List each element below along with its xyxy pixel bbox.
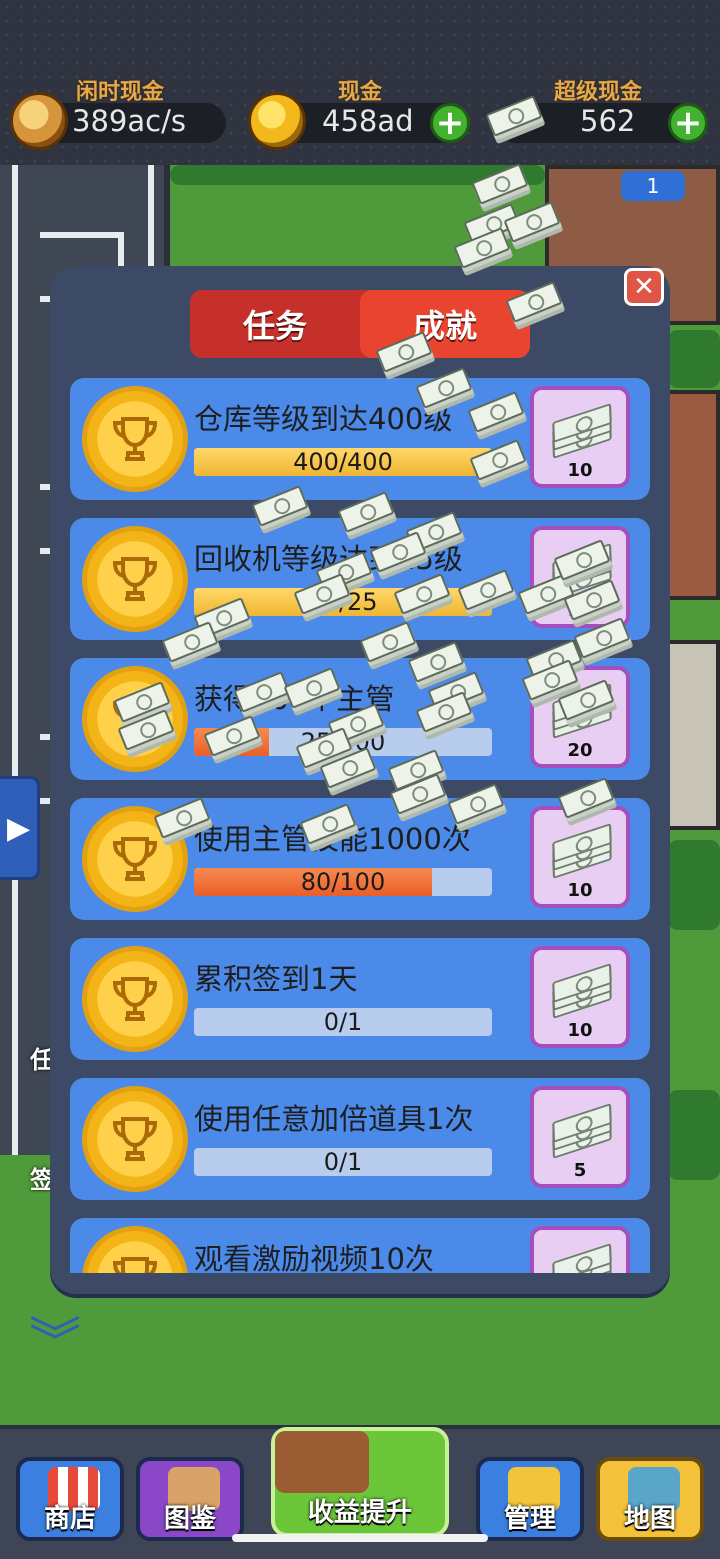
reward-count: 5 (573, 1160, 587, 1181)
progress-text: 0/1 (323, 1008, 363, 1036)
achievement-row: 获得100个主管 25/100 20 (70, 658, 650, 780)
nav-shop-label: 商店 (43, 1504, 96, 1534)
chevron-right-icon: ▶ (6, 810, 31, 846)
reward-claim-button[interactable]: 10 (530, 386, 630, 488)
progress-bar: 0/1 (194, 1148, 492, 1176)
progress-bar: 25/100 (194, 728, 492, 756)
chevron-down-icon[interactable]: ︾ (20, 1317, 90, 1369)
nav-map-button[interactable]: 地图 (596, 1457, 704, 1541)
hedge (668, 840, 720, 930)
super-cash-value: 562 (580, 104, 636, 138)
trophy-badge-icon (82, 806, 188, 912)
hedge (668, 330, 720, 388)
treasure-chest-icon (275, 1431, 369, 1493)
achievement-title: 仓库等级到达400级 (194, 402, 453, 436)
progress-text: 400/400 (293, 448, 393, 476)
achievement-row: 累积签到1天 0/1 10 (70, 938, 650, 1060)
nav-income-boost-label: 收益提升 (307, 1498, 412, 1528)
tab-tasks[interactable]: 任务 (190, 290, 360, 358)
achievement-row: 观看激励视频10次 (70, 1218, 650, 1273)
achievement-row: 仓库等级到达400级 400/400 10 (70, 378, 650, 500)
nav-collection-button[interactable]: 图鉴 (136, 1457, 244, 1541)
progress-bar: 80/100 (194, 868, 492, 896)
cash-value: 458ad (322, 104, 414, 138)
reward-count: 10 (567, 1020, 593, 1041)
reward-claim-button[interactable]: 10 (530, 946, 630, 1048)
progress-text: 25/25 (308, 588, 378, 616)
reward-count: 10 (567, 600, 593, 621)
panel-tabs: 任务 成就 (190, 290, 530, 358)
reward-count: 10 (567, 880, 593, 901)
nav-manage-label: 管理 (503, 1504, 556, 1534)
gold-coin-icon (248, 92, 306, 150)
tab-achievements[interactable]: 成就 (360, 290, 530, 358)
achievement-title: 累积签到1天 (194, 962, 358, 996)
achievement-title: 使用任意加倍道具1次 (194, 1102, 474, 1136)
trophy-badge-icon (82, 946, 188, 1052)
idle-cash-label: 闲时现金 (76, 80, 165, 105)
trophy-badge-icon (82, 666, 188, 772)
road-line (12, 165, 18, 1155)
progress-bar: 400/400 (194, 448, 492, 476)
achievement-title: 使用主管技能1000次 (194, 822, 471, 856)
cash-label: 现金 (338, 80, 383, 105)
building-level-badge: 1 (621, 171, 685, 201)
reward-claim-button[interactable]: 10 (530, 806, 630, 908)
close-icon[interactable]: ✕ (624, 268, 664, 306)
hedge (170, 165, 545, 185)
reward-count: 10 (567, 460, 593, 481)
idle-coin-icon (10, 92, 68, 150)
achievement-title: 回收机等级达到25级 (194, 542, 463, 576)
achievement-row: 使用主管技能1000次 80/100 10 (70, 798, 650, 920)
progress-bar: 0/1 (194, 1008, 492, 1036)
achievement-title: 观看激励视频10次 (194, 1242, 434, 1273)
nav-map-label: 地图 (623, 1504, 676, 1534)
trophy-badge-icon (82, 526, 188, 632)
reward-count: 20 (567, 740, 593, 761)
trophy-badge-icon (82, 1086, 188, 1192)
achievement-row: 使用任意加倍道具1次 0/1 5 (70, 1078, 650, 1200)
add-cash-button[interactable]: + (430, 103, 470, 143)
home-indicator[interactable] (232, 1534, 488, 1542)
reward-claim-button[interactable]: 20 (530, 666, 630, 768)
nav-collection-label: 图鉴 (163, 1504, 216, 1534)
trophy-badge-icon (82, 1226, 188, 1273)
reward-claim-button[interactable]: 10 (530, 526, 630, 628)
reward-claim-button[interactable]: 5 (530, 1086, 630, 1188)
idle-cash-value: 389ac/s (72, 104, 186, 138)
super-cash-label: 超级现金 (554, 80, 643, 105)
nav-manage-button[interactable]: 管理 (476, 1457, 584, 1541)
nav-income-boost-button[interactable]: 收益提升 (271, 1427, 449, 1537)
reward-claim-button[interactable] (530, 1226, 630, 1273)
side-expand-button[interactable]: ▶ (0, 776, 40, 880)
achievement-list[interactable]: 仓库等级到达400级 400/400 10 回收机等级达到25级 25/25 10 获得10… (70, 378, 650, 1273)
add-super-cash-button[interactable]: + (668, 103, 708, 143)
progress-bar: 25/25 (194, 588, 492, 616)
progress-text: 80/100 (300, 868, 386, 896)
trophy-badge-icon (82, 386, 188, 492)
progress-text: 0/1 (323, 1148, 363, 1176)
achievement-row: 回收机等级达到25级 25/25 10 (70, 518, 650, 640)
hedge (668, 1090, 720, 1180)
achievement-title: 获得100个主管 (194, 682, 395, 716)
nav-shop-button[interactable]: 商店 (16, 1457, 124, 1541)
progress-text: 25/100 (300, 728, 386, 756)
